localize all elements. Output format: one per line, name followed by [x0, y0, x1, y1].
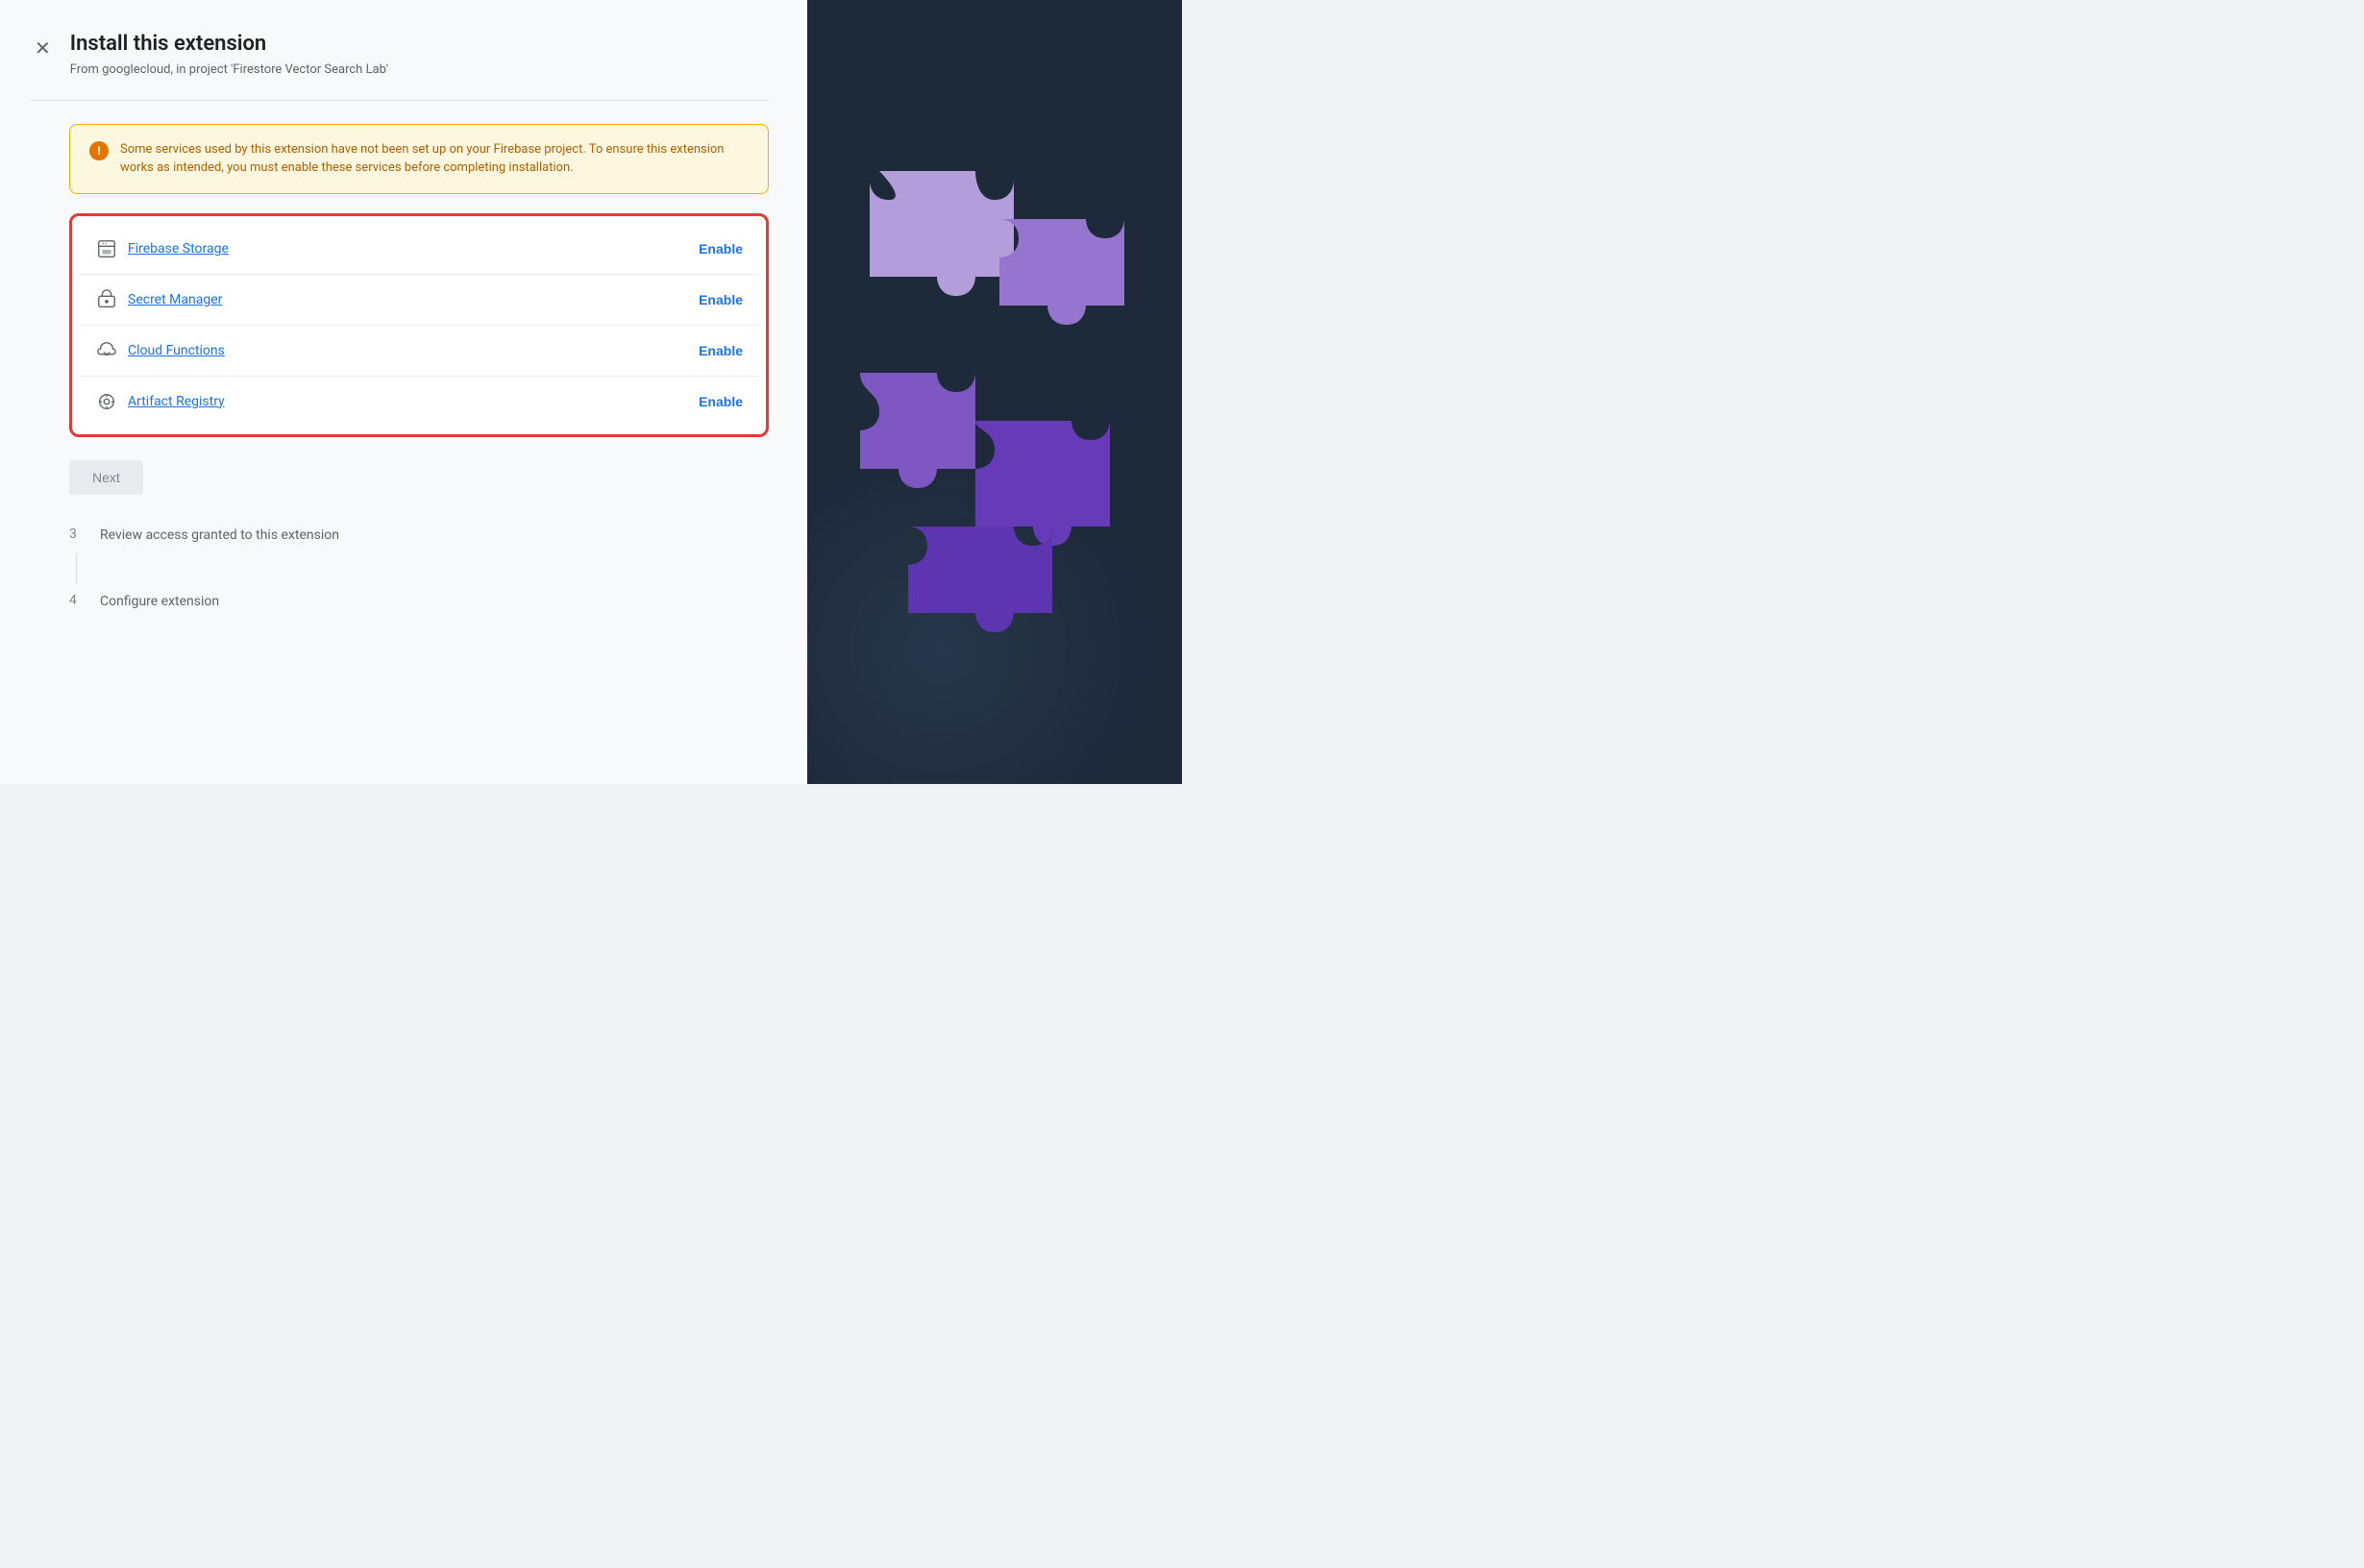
puzzle-illustration [850, 152, 1139, 632]
close-button[interactable]: ✕ [31, 33, 55, 64]
warning-icon: ! [89, 141, 109, 160]
service-item-firebase-storage: Firebase Storage Enable [80, 224, 758, 275]
artifact-registry-icon [95, 390, 118, 413]
puzzle-svg [850, 152, 1139, 651]
next-button[interactable]: Next [69, 460, 143, 495]
service-name-cloud-functions[interactable]: Cloud Functions [128, 343, 225, 358]
step-number-3: 3 [69, 526, 85, 542]
service-left: Firebase Storage [95, 237, 229, 260]
service-name-firebase-storage[interactable]: Firebase Storage [128, 241, 229, 257]
enable-firebase-storage-button[interactable]: Enable [699, 241, 743, 257]
warning-text: Some services used by this extension hav… [120, 140, 749, 178]
service-left: Secret Manager [95, 288, 222, 311]
step-content: ! Some services used by this extension h… [69, 124, 769, 620]
title-group: Install this extension From googlecloud,… [70, 31, 388, 77]
right-panel [807, 0, 1182, 784]
firebase-storage-icon [95, 237, 118, 260]
services-container: Firebase Storage Enable Secret Manager [69, 213, 769, 437]
enable-artifact-registry-button[interactable]: Enable [699, 394, 743, 409]
step-row-4: 4 Configure extension [69, 592, 769, 612]
page-subtitle: From googlecloud, in project 'Firestore … [70, 62, 388, 77]
service-name-secret-manager[interactable]: Secret Manager [128, 292, 222, 307]
cloud-functions-icon [95, 339, 118, 362]
header: ✕ Install this extension From googleclou… [31, 31, 769, 77]
step-label-3: Review access granted to this extension [100, 526, 339, 546]
step-row-3: 3 Review access granted to this extensio… [69, 526, 769, 546]
step-connector [76, 553, 77, 584]
step-list: 3 Review access granted to this extensio… [69, 526, 769, 612]
header-divider [31, 100, 769, 101]
secret-manager-icon [95, 288, 118, 311]
enable-secret-manager-button[interactable]: Enable [699, 292, 743, 307]
service-item-cloud-functions: Cloud Functions Enable [80, 326, 758, 377]
service-left: Artifact Registry [95, 390, 225, 413]
service-name-artifact-registry[interactable]: Artifact Registry [128, 394, 225, 409]
enable-cloud-functions-button[interactable]: Enable [699, 343, 743, 358]
page-title: Install this extension [70, 31, 388, 59]
step-number-4: 4 [69, 592, 85, 608]
step-label-4: Configure extension [100, 592, 219, 612]
warning-box: ! Some services used by this extension h… [69, 124, 769, 194]
left-panel: ✕ Install this extension From googleclou… [0, 0, 807, 784]
service-item-artifact-registry: Artifact Registry Enable [80, 377, 758, 427]
service-left: Cloud Functions [95, 339, 225, 362]
close-icon: ✕ [35, 38, 51, 60]
service-item-secret-manager: Secret Manager Enable [80, 275, 758, 326]
